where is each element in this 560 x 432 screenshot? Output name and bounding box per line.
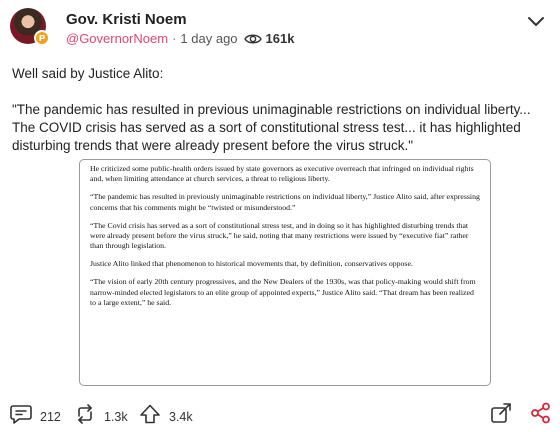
view-count: 161k bbox=[265, 31, 295, 46]
reply-button[interactable]: 212 bbox=[10, 404, 61, 429]
post-text-intro: Well said by Justice Alito: bbox=[12, 66, 164, 81]
quote-paragraph: “The pandemic has resulted in previously… bbox=[90, 192, 480, 212]
eye-icon bbox=[243, 33, 262, 45]
quote-image[interactable]: He criticized some public-health orders … bbox=[79, 159, 491, 386]
like-count: 3.4k bbox=[169, 409, 193, 424]
quote-paragraph: He criticized some public-health orders … bbox=[90, 164, 474, 184]
post-meta: @GovernorNoem · 1 day ago 161k bbox=[66, 31, 294, 46]
expand-icon[interactable] bbox=[490, 402, 512, 429]
author-handle[interactable]: @GovernorNoem bbox=[66, 31, 168, 46]
badge-icon bbox=[34, 30, 50, 46]
post-text-quote: "The pandemic has resulted in previous u… bbox=[12, 102, 531, 153]
repost-button[interactable]: 1.3k bbox=[74, 404, 128, 429]
avatar[interactable] bbox=[10, 8, 50, 48]
author-name[interactable]: Gov. Kristi Noem bbox=[66, 11, 187, 28]
repost-count: 1.3k bbox=[104, 409, 128, 424]
repost-arrows-icon bbox=[74, 404, 96, 429]
reply-count: 212 bbox=[40, 409, 61, 424]
quote-paragraph: “The Covid crisis has served as a sort o… bbox=[90, 220, 469, 251]
post-timestamp: 1 day ago bbox=[180, 31, 238, 46]
post-header: Gov. Kristi Noem @GovernorNoem · 1 day a… bbox=[0, 0, 560, 56]
speech-bubble-icon bbox=[10, 404, 32, 429]
share-icon[interactable] bbox=[530, 402, 552, 429]
upvote-arrow-icon bbox=[139, 404, 161, 429]
quote-paragraph: Justice Alito linked that phenomenon to … bbox=[90, 259, 413, 269]
like-button[interactable]: 3.4k bbox=[139, 404, 193, 429]
meta-separator: · bbox=[172, 31, 177, 46]
chevron-down-icon[interactable] bbox=[526, 14, 546, 28]
quote-paragraph: “The vision of early 20th century progre… bbox=[90, 277, 476, 308]
post-actions: 212 1.3k 3.4k bbox=[0, 400, 560, 428]
